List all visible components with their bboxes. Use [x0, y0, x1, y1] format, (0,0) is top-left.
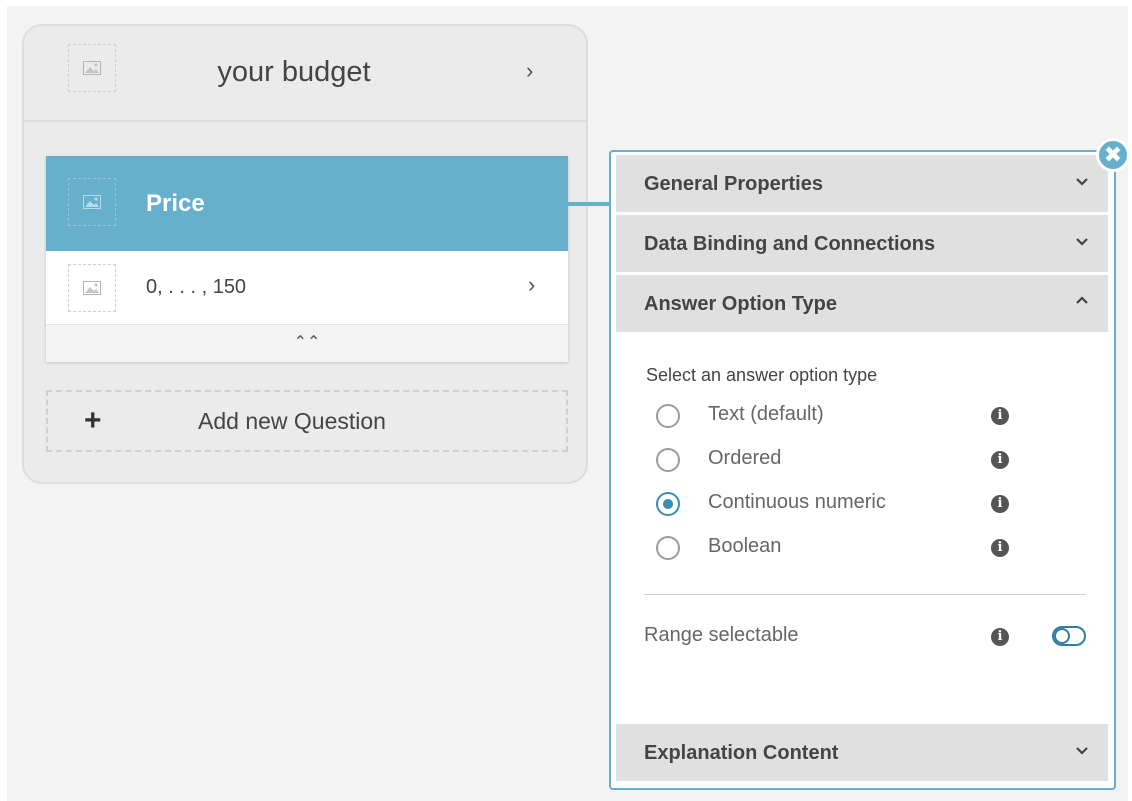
double-chevron-up-icon: ⌃⌃ — [293, 334, 321, 351]
card-header[interactable]: your budget › — [24, 26, 586, 122]
radio-boolean[interactable] — [656, 536, 680, 560]
section-data-binding[interactable]: Data Binding and Connections — [616, 215, 1108, 272]
chevron-down-icon — [1076, 747, 1088, 755]
canvas: your budget › Price 0, . . . , 150 › ⌃⌃ — [0, 0, 1132, 801]
question-group-card: your budget › Price 0, . . . , 150 › ⌃⌃ — [22, 24, 588, 484]
question-title: Price — [146, 190, 205, 217]
divider — [644, 594, 1086, 595]
section-label: General Properties — [644, 173, 823, 195]
range-selectable-label: Range selectable — [644, 624, 799, 646]
connector-line — [567, 202, 611, 206]
range-selectable-toggle[interactable] — [1052, 626, 1086, 646]
chevron-down-icon — [1076, 238, 1088, 246]
chevron-down-icon — [1076, 178, 1088, 186]
collapse-button[interactable]: ⌃⌃ — [46, 324, 568, 362]
chevron-right-icon[interactable]: › — [528, 272, 535, 298]
section-label: Explanation Content — [644, 742, 839, 764]
section-explanation-content[interactable]: Explanation Content — [616, 724, 1108, 781]
answer-type-prompt: Select an answer option type — [646, 365, 878, 385]
properties-panel: General Properties Data Binding and Conn… — [609, 150, 1116, 790]
image-placeholder-icon[interactable] — [68, 264, 116, 312]
close-icon[interactable]: ✖ — [1096, 138, 1130, 172]
section-answer-option-type[interactable]: Answer Option Type — [616, 275, 1108, 332]
radio-continuous-numeric[interactable] — [656, 492, 680, 516]
info-icon[interactable]: i — [991, 539, 1009, 557]
image-placeholder-icon[interactable] — [68, 178, 116, 226]
chevron-right-icon[interactable]: › — [526, 58, 533, 84]
info-icon[interactable]: i — [991, 407, 1009, 425]
info-icon[interactable]: i — [991, 451, 1009, 469]
option-label: Ordered — [708, 447, 782, 469]
image-placeholder-icon[interactable] — [68, 44, 116, 92]
chevron-up-icon — [1076, 296, 1088, 304]
section-general-properties[interactable]: General Properties — [616, 155, 1108, 212]
card-title: your budget — [217, 56, 371, 88]
option-text-default[interactable]: Text (default) i — [656, 403, 1036, 433]
question-block: Price 0, . . . , 150 › ⌃⌃ — [46, 156, 568, 362]
add-question-button[interactable]: + Add new Question — [46, 390, 568, 452]
plus-icon: + — [84, 404, 102, 437]
info-icon[interactable]: i — [991, 495, 1009, 513]
option-ordered[interactable]: Ordered i — [656, 447, 1036, 477]
option-label: Boolean — [708, 535, 782, 557]
answer-range-label: 0, . . . , 150 — [146, 276, 247, 298]
option-continuous-numeric[interactable]: Continuous numeric i — [656, 491, 1036, 521]
option-label: Text (default) — [708, 403, 824, 425]
option-label: Continuous numeric — [708, 491, 886, 513]
radio-ordered[interactable] — [656, 448, 680, 472]
radio-text-default[interactable] — [656, 404, 680, 428]
answer-row[interactable]: 0, . . . , 150 › — [46, 254, 568, 322]
option-boolean[interactable]: Boolean i — [656, 535, 1036, 565]
info-icon[interactable]: i — [991, 628, 1009, 646]
section-label: Data Binding and Connections — [644, 233, 936, 255]
question-header[interactable]: Price — [46, 156, 568, 251]
add-question-label: Add new Question — [198, 408, 386, 434]
section-label: Answer Option Type — [644, 293, 837, 315]
